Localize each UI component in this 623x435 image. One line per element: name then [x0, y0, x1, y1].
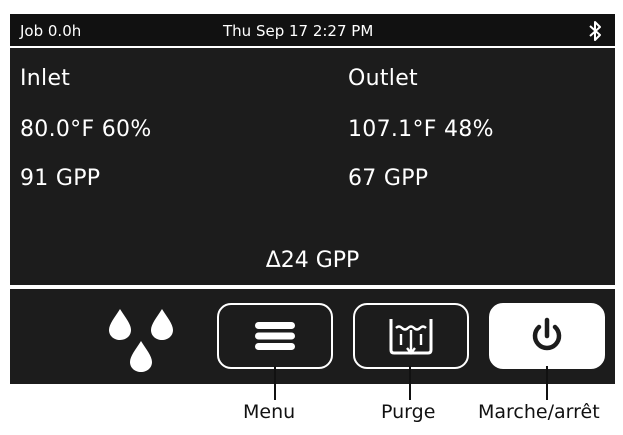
job-hours: Job 0.0h	[20, 22, 82, 40]
power-callout-label: Marche/arrêt	[478, 401, 600, 423]
purge-button[interactable]	[353, 303, 469, 369]
power-callout-line	[546, 366, 548, 400]
delta-gpp: Δ24 GPP	[265, 248, 360, 273]
inlet-temp-humidity: 80.0°F 60%	[20, 117, 152, 142]
date-time: Thu Sep 17 2:27 PM	[223, 22, 374, 40]
purge-callout-label: Purge	[381, 401, 436, 423]
purge-callout-line	[409, 366, 411, 400]
outlet-gpp: 67 GPP	[348, 166, 429, 191]
bluetooth-icon	[589, 21, 601, 41]
inlet-title: Inlet	[20, 66, 71, 91]
device-screen: Job 0.0h Thu Sep 17 2:27 PM Inlet 80.0°F…	[10, 14, 615, 384]
menu-icon	[255, 322, 295, 350]
menu-callout-label: Menu	[243, 401, 296, 423]
outlet-temp-humidity: 107.1°F 48%	[348, 117, 494, 142]
bottom-bar	[10, 289, 615, 384]
purge-icon	[389, 319, 433, 355]
power-icon	[532, 317, 562, 351]
outlet-title: Outlet	[348, 66, 418, 91]
power-button[interactable]	[489, 303, 605, 369]
menu-callout-line	[274, 366, 276, 400]
water-drops-icon	[109, 309, 173, 372]
status-bar: Job 0.0h Thu Sep 17 2:27 PM	[10, 14, 615, 48]
menu-button[interactable]	[217, 303, 333, 369]
inlet-gpp: 91 GPP	[20, 166, 101, 191]
